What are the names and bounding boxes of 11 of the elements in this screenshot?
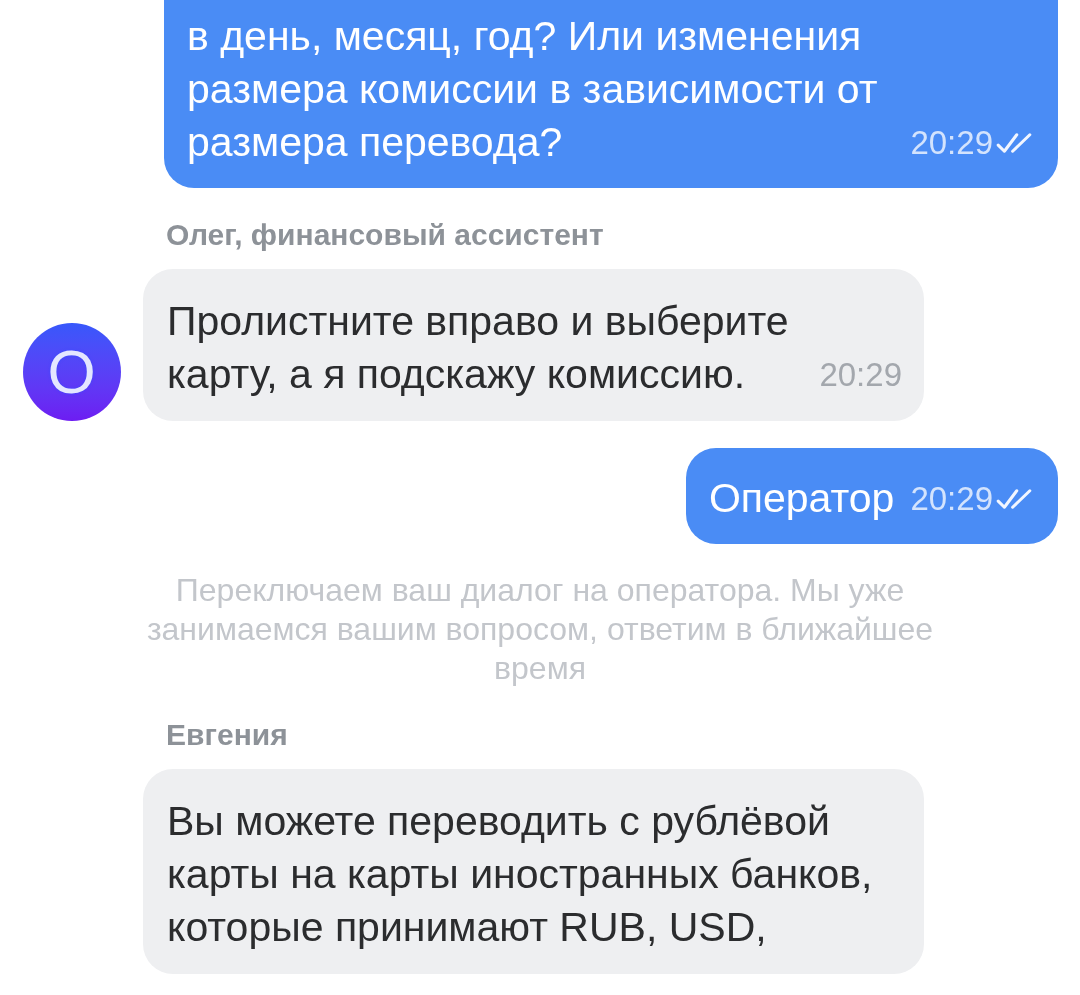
system-message: Переключаем ваш диалог на оператора. Мы уже занимаемся вашим вопросом, ответим в ближайшее время xyxy=(145,571,935,688)
message-text: в день, месяц, год? Или изменения размера комиссии в зависимости от размера перевода? xyxy=(187,12,879,167)
message-text: Вы можете переводить с рублёвой карты на карты иностранных банков, которые принимают RUB, USD, xyxy=(167,797,874,952)
message-text: Пролистните вправо и выберите карту, а я подскажу комиссию. xyxy=(167,297,790,399)
sender-name: Олег, финансовый ассистент xyxy=(166,218,604,252)
message-time: 20:29 xyxy=(910,478,993,519)
avatar: О xyxy=(22,323,121,421)
message-time: 20:29 xyxy=(819,354,902,395)
sender-name: Евгения xyxy=(166,718,288,752)
message-text: Оператор xyxy=(708,474,895,523)
message-time: 20:29 xyxy=(910,122,993,163)
